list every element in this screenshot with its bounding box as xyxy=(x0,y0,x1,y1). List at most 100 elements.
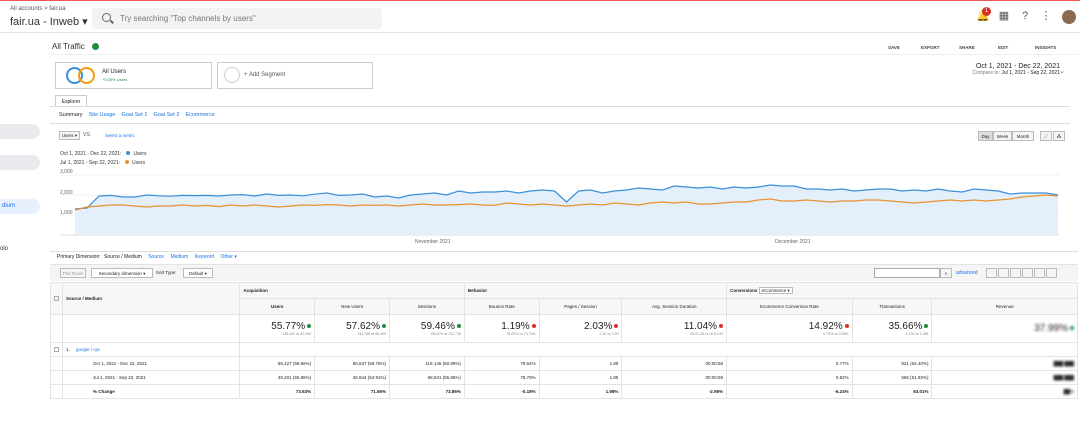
table-cell: 00:00:58 xyxy=(621,356,728,371)
total-comparison: 0.75% vs 0.89% xyxy=(823,332,849,336)
sort-type-label: Sort Type: xyxy=(156,270,177,275)
view-term-cloud-icon[interactable] xyxy=(1034,268,1045,278)
search-placeholder: Try searching "Top channels by users" xyxy=(120,14,256,23)
increase-dot-icon xyxy=(1070,326,1074,331)
chevron-down-icon[interactable]: ⌄ xyxy=(1059,67,1065,75)
table-row: Oct 1, 2021 - Dec 22, 2021 85,427 (58.66%… xyxy=(50,356,1078,371)
column-header[interactable]: Users xyxy=(239,298,316,315)
empty-cell xyxy=(61,314,241,343)
row-dimension-link[interactable]: google / cpc xyxy=(76,347,100,352)
granularity-month-button[interactable]: Month xyxy=(1012,131,1034,141)
sort-type-select[interactable]: Default ▾ xyxy=(183,268,213,278)
legend-swatch xyxy=(125,160,130,164)
x-tick-label: December 2021 xyxy=(775,239,811,245)
divider xyxy=(50,106,1070,107)
insights-button[interactable]: INSIGHTS xyxy=(1035,45,1056,50)
avatar[interactable] xyxy=(1062,10,1076,24)
dimension-keyword[interactable]: Keyword xyxy=(195,254,214,260)
column-header[interactable]: Sessions xyxy=(389,298,465,315)
increase-dot-icon xyxy=(924,324,929,329)
legend-range: Oct 1, 2021 - Dec 22, 2021: xyxy=(60,151,122,157)
sublink-site-usage[interactable]: Site Usage xyxy=(89,112,116,118)
sidebar-item-source-medium[interactable]: dium xyxy=(0,199,40,214)
line-chart-icon[interactable]: 📈 xyxy=(1040,131,1052,141)
help-icon[interactable]: ? xyxy=(1019,10,1031,22)
sidebar-item[interactable] xyxy=(0,124,40,139)
sublink-ecommerce[interactable]: Ecommerce xyxy=(185,112,214,118)
granularity-day-button[interactable]: Day xyxy=(978,131,993,141)
view-performance-icon[interactable] xyxy=(1010,268,1021,278)
sublink-goal-set-2[interactable]: Goal Set 2 xyxy=(153,112,179,118)
x-tick-label: November 2021 xyxy=(415,239,451,245)
table-cell: 0.82% xyxy=(726,370,853,385)
plot-rows-button[interactable]: Plot Rows xyxy=(60,268,86,278)
column-header[interactable]: Bounce Rate xyxy=(463,298,540,315)
segment-sub: +0.00% Users xyxy=(102,77,128,82)
explorer-sublinks: Summary Site Usage Goal Set 1 Goal Set 2 Eco… xyxy=(59,112,221,118)
segment-ring-icon xyxy=(78,67,95,84)
sublink-goal-set-1[interactable]: Goal Set 1 xyxy=(121,112,147,118)
column-header[interactable]: Pages / Session xyxy=(538,298,623,315)
edit-button[interactable]: EDIT xyxy=(998,45,1008,50)
data-table: Source / Medium Acquisition Behavior Con… xyxy=(50,282,1078,399)
apps-grid-icon[interactable]: ▦ xyxy=(998,10,1010,22)
sidebar-item-tools[interactable]: olo xyxy=(0,246,8,252)
granularity-week-button[interactable]: Week xyxy=(993,131,1012,141)
total-comparison: 00:01:20 vs 00:01:00 xyxy=(690,332,724,336)
motion-chart-icon[interactable]: ⁂ xyxy=(1053,131,1065,141)
account-selector[interactable]: fair.ua - Inweb ▾ xyxy=(10,15,88,28)
y-tick-label: 1,000 xyxy=(60,210,73,216)
view-percentage-icon[interactable] xyxy=(998,268,1009,278)
conversions-select[interactable]: eCommerce ▾ xyxy=(758,286,793,294)
column-header[interactable]: Transactions xyxy=(851,298,933,315)
add-segment-button[interactable]: + Add Segment xyxy=(217,62,373,89)
dimension-other[interactable]: Other ▾ xyxy=(220,254,236,260)
column-header[interactable]: Avg. Session Duration xyxy=(621,298,728,315)
metric-select[interactable]: Users ▾ xyxy=(59,131,80,140)
view-table-icon[interactable] xyxy=(986,268,997,278)
table-cell: 1.89 xyxy=(538,356,623,371)
dimension-source[interactable]: Source xyxy=(148,254,164,260)
share-button[interactable]: SHARE xyxy=(959,45,975,50)
sidebar-item[interactable] xyxy=(0,155,40,170)
table-cell: 78.79% xyxy=(463,370,540,385)
total-comparison: 75.63% vs 74.74% xyxy=(506,332,536,336)
account-breadcrumb[interactable]: All accounts > fair.ua xyxy=(10,6,66,12)
table-cell: 00:00:59 xyxy=(621,370,728,385)
legend-current: Oct 1, 2021 - Dec 22, 2021: Users xyxy=(60,151,147,157)
more-vert-icon[interactable]: ⋮ xyxy=(1040,10,1052,22)
column-header[interactable]: New Users xyxy=(314,298,391,315)
row-checkbox[interactable] xyxy=(50,342,63,357)
dimension-medium[interactable]: Medium xyxy=(170,254,188,260)
table-search-input[interactable] xyxy=(874,268,940,278)
advanced-filter-link[interactable]: advanced xyxy=(956,270,978,276)
search-icon[interactable]: ⌕ xyxy=(940,268,952,278)
table-cell: 46,944 (54.91%) xyxy=(314,370,391,385)
total-change-pct: 11.04% xyxy=(683,321,718,332)
dimension-header[interactable]: Source / Medium xyxy=(61,282,241,315)
group-acquisition: Acquisition xyxy=(239,282,465,299)
column-header[interactable]: Ecommerce Conversion Rate xyxy=(726,298,853,315)
view-pivot-icon[interactable] xyxy=(1046,268,1057,278)
table-cell: 80,537 (59.76%) xyxy=(314,356,391,371)
save-button[interactable]: SAVE xyxy=(888,45,900,50)
secondary-dimension-select[interactable]: Secondary dimension ▾ xyxy=(91,268,153,278)
select-all-checkbox[interactable] xyxy=(50,282,63,315)
y-tick-label: 2,000 xyxy=(60,190,73,196)
total-comparison: 1,476 vs 1,088 xyxy=(905,332,929,336)
table-cell: ███ ███ xyxy=(931,370,1078,385)
sublink-summary[interactable]: Summary xyxy=(59,112,83,118)
row-label: Oct 1, 2021 - Dec 22, 2021 xyxy=(61,356,241,371)
search-bar[interactable]: Try searching "Top channels by users" xyxy=(92,8,382,29)
view-comparison-icon[interactable] xyxy=(1022,268,1033,278)
column-header[interactable]: Revenue xyxy=(931,298,1078,315)
select-metric-link[interactable]: Select a metric xyxy=(105,133,135,138)
export-button[interactable]: EXPORT xyxy=(921,45,940,50)
decrease-dot-icon xyxy=(844,324,849,329)
segment-all-users[interactable]: All Users +0.00% Users xyxy=(55,62,212,89)
dimension-source-medium[interactable]: Source / Medium xyxy=(104,254,142,260)
total-comparison: 134,788 vs 85,499 xyxy=(357,332,387,336)
total-change-pct: 59.46% xyxy=(420,321,455,332)
date-range-picker[interactable]: Oct 1, 2021 - Dec 22, 2021 Compare to: J… xyxy=(972,63,1060,76)
table-row: Jul 1, 2021 - Sep 22, 2021 49,201 (55.86%… xyxy=(50,370,1078,385)
